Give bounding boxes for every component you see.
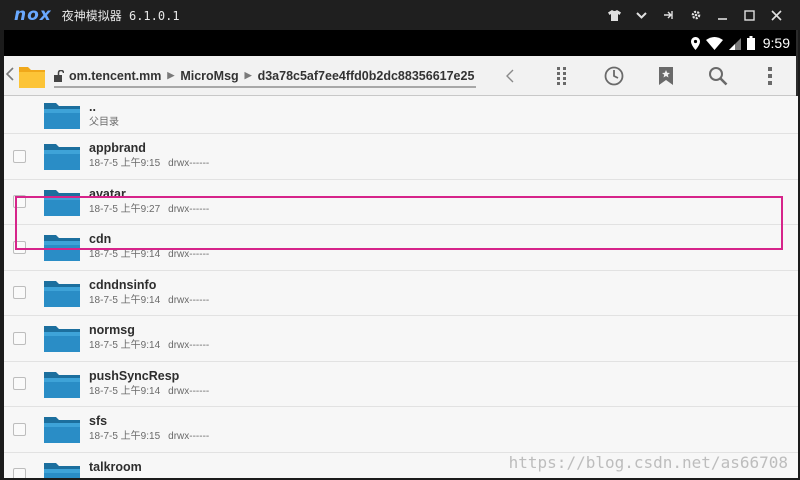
app-folder-icon (18, 63, 46, 89)
file-date: 18-7-5 上午9:15 (89, 431, 161, 443)
signal-icon (728, 37, 741, 50)
battery-icon (746, 36, 755, 50)
row-checkbox[interactable] (13, 195, 26, 209)
file-date: 18-7-5 上午9:14 (89, 249, 161, 261)
grid-view-icon[interactable] (536, 56, 588, 96)
file-meta: 18-7-5 上午9:14 drwx------ (89, 384, 209, 400)
file-meta: 18-7-5 上午9:15 drwx------ (89, 156, 209, 172)
file-date: 18-7-5 上午9:15 (89, 158, 161, 170)
breadcrumb-item[interactable]: MicroMsg (180, 69, 238, 83)
folder-row-sfs[interactable]: sfs 18-7-5 上午9:15 drwx------ (4, 407, 798, 453)
unlock-icon (54, 69, 64, 82)
file-permissions: drwx------ (168, 385, 210, 397)
folder-row-appbrand[interactable]: appbrand 18-7-5 上午9:15 drwx------ (4, 134, 798, 180)
file-permissions: drwx------ (168, 203, 210, 215)
folder-icon (44, 417, 80, 444)
status-time: 9:59 (762, 35, 790, 51)
file-name: talkroom (89, 459, 142, 474)
folder-icon (44, 280, 80, 307)
file-permissions: drwx------ (168, 294, 210, 306)
breadcrumb: om.tencent.mm ▶ MicroMsg ▶ d3a78c5af7ee4… (54, 56, 477, 96)
row-checkbox[interactable] (13, 331, 26, 345)
location-icon (690, 36, 700, 50)
file-meta (89, 475, 142, 478)
folder-row-normsg[interactable]: normsg 18-7-5 上午9:14 drwx------ (4, 316, 798, 362)
gear-icon[interactable] (682, 0, 709, 30)
row-checkbox[interactable] (13, 149, 26, 163)
file-meta: 18-7-5 上午9:14 drwx------ (89, 338, 209, 354)
bookmark-icon[interactable] (640, 56, 692, 96)
minimize-icon[interactable] (709, 0, 736, 30)
file-list: .. 父目录 appbrand 18-7-5 上午9:15 drwx------ av… (4, 96, 798, 478)
file-name: avatar (89, 186, 126, 201)
row-checkbox[interactable] (13, 240, 26, 254)
file-meta: 18-7-5 上午9:27 drwx------ (89, 202, 209, 218)
nox-logo: nox (14, 5, 52, 25)
file-name: cdndnsinfo (89, 277, 157, 292)
maximize-icon[interactable] (736, 0, 763, 30)
file-name: .. (89, 99, 96, 114)
folder-icon (44, 326, 80, 353)
chevron-down-icon[interactable] (628, 0, 655, 30)
file-name: pushSyncResp (89, 368, 180, 383)
file-name: sfs (89, 414, 108, 429)
overflow-menu-icon[interactable] (744, 56, 796, 96)
row-checkbox[interactable] (13, 468, 26, 478)
watermark: https://blog.csdn.net/as66708 (508, 453, 788, 472)
folder-row-cdn[interactable]: cdn 18-7-5 上午9:14 drwx------ (4, 225, 798, 271)
file-date: 18-7-5 上午9:27 (89, 203, 161, 215)
file-meta: 18-7-5 上午9:15 drwx------ (89, 429, 209, 445)
folder-icon (44, 235, 80, 262)
folder-row-pushSyncResp[interactable]: pushSyncResp 18-7-5 上午9:14 drwx------ (4, 361, 798, 407)
pin-icon[interactable] (655, 0, 682, 30)
breadcrumb-item[interactable]: om.tencent.mm (69, 69, 161, 83)
breadcrumb-underline (54, 85, 477, 88)
file-name: cdn (89, 232, 112, 247)
file-meta: 18-7-5 上午9:14 drwx------ (89, 293, 209, 309)
toolbar-actions (484, 56, 796, 96)
folder-row-avatar[interactable]: avatar 18-7-5 上午9:27 drwx------ (4, 179, 798, 225)
file-permissions: drwx------ (168, 340, 210, 352)
file-permissions: drwx------ (168, 158, 210, 170)
breadcrumb-separator-icon: ▶ (244, 70, 252, 80)
file-permissions: drwx------ (168, 431, 210, 443)
window-title: 夜神模拟器 6.1.0.1 (61, 8, 180, 23)
file-date: 18-7-5 上午9:14 (89, 340, 161, 352)
close-icon[interactable] (763, 0, 790, 30)
file-manager-toolbar: om.tencent.mm ▶ MicroMsg ▶ d3a78c5af7ee4… (4, 56, 796, 96)
android-screen: 9:59 om.tencent.mm ▶ MicroMsg ▶ d3a78c5a… (4, 30, 798, 478)
folder-icon (44, 189, 80, 216)
folder-icon (44, 144, 80, 171)
parent-directory-row[interactable]: .. 父目录 (4, 96, 798, 134)
back-chevron-icon[interactable] (5, 67, 16, 84)
file-name: normsg (89, 323, 135, 338)
row-checkbox[interactable] (13, 286, 26, 300)
search-icon[interactable] (692, 56, 744, 96)
row-checkbox[interactable] (13, 377, 26, 391)
folder-icon (44, 371, 80, 398)
file-name: appbrand (89, 141, 146, 156)
file-permissions: drwx------ (168, 249, 210, 261)
scroll-left-icon[interactable] (484, 56, 536, 96)
file-meta: 18-7-5 上午9:14 drwx------ (89, 247, 209, 263)
history-clock-icon[interactable] (588, 56, 640, 96)
file-date: 18-7-5 上午9:14 (89, 385, 161, 397)
emulator-title-bar: nox 夜神模拟器 6.1.0.1 (0, 0, 800, 30)
row-checkbox[interactable] (13, 422, 26, 436)
parent-label: 父目录 (89, 116, 119, 128)
breadcrumb-separator-icon: ▶ (167, 70, 175, 80)
wifi-icon (705, 36, 723, 50)
file-date: 18-7-5 上午9:14 (89, 294, 161, 306)
shirt-icon[interactable] (601, 0, 628, 30)
folder-row-cdndnsinfo[interactable]: cdndnsinfo 18-7-5 上午9:14 drwx------ (4, 270, 798, 316)
window-controls (601, 0, 790, 30)
folder-icon (44, 102, 80, 129)
status-bar: 9:59 (4, 30, 796, 56)
breadcrumb-item[interactable]: d3a78c5af7ee4ffd0b2dc88356617e25 (258, 69, 475, 83)
folder-icon (44, 462, 80, 478)
